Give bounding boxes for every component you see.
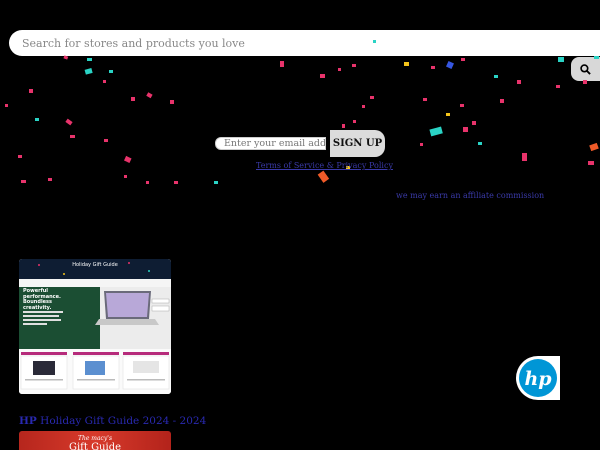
- signup-button[interactable]: SIGN UP: [330, 130, 385, 157]
- deal-thumbnail-2[interactable]: The macy's Gift Guide: [19, 431, 171, 450]
- deal-brand: HP: [19, 415, 37, 427]
- thumbnail-headline-line: creativity.: [23, 304, 52, 311]
- deal-thumbnail[interactable]: Holiday Gift Guide Powerful performance.…: [19, 259, 171, 394]
- terms-link[interactable]: Terms of Service & Privacy Policy: [256, 161, 393, 170]
- search-bar: [9, 30, 600, 56]
- hp-logo[interactable]: hp: [516, 356, 560, 400]
- affiliate-disclaimer: we may earn an affiliate commission: [396, 191, 545, 200]
- thumbnail-graphic: [19, 259, 171, 394]
- svg-text:hp: hp: [524, 368, 552, 390]
- deal-title-link[interactable]: HP Holiday Gift Guide 2024 - 2024: [19, 415, 206, 427]
- macys-gift-guide: Gift Guide: [68, 442, 122, 450]
- hp-logo-graphic: hp: [519, 359, 557, 397]
- search-icon: [580, 63, 591, 75]
- thumbnail-header: Holiday Gift Guide: [72, 262, 118, 268]
- thumbnail-headline: Powerful performance. Boundless creativi…: [23, 288, 61, 311]
- search-button[interactable]: [571, 57, 600, 81]
- deal-title: Holiday Gift Guide 2024 - 2024: [40, 415, 207, 427]
- search-input[interactable]: [20, 35, 600, 51]
- macys-brand: The macy's: [77, 435, 113, 442]
- email-input[interactable]: [215, 137, 326, 150]
